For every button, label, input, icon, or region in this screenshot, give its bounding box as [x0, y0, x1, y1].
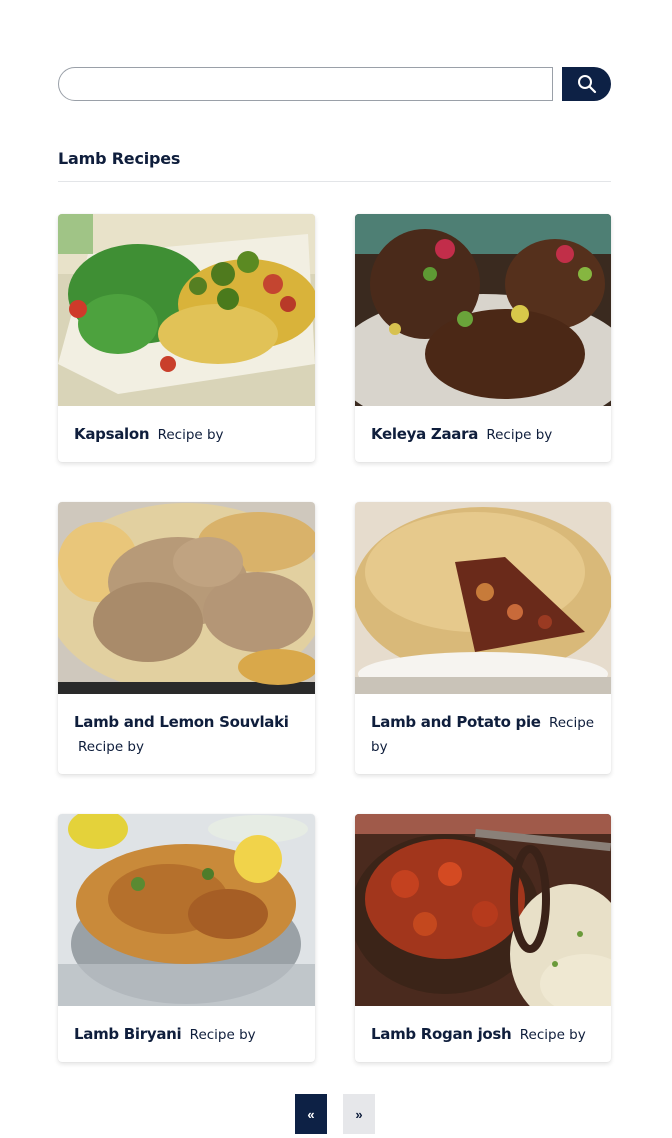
- recipe-card[interactable]: Lamb and Lemon Souvlaki Recipe by: [58, 502, 315, 774]
- recipe-info: Lamb Rogan josh Recipe by: [355, 1006, 611, 1047]
- recipe-info: Kapsalon Recipe by: [58, 406, 315, 447]
- recipe-card[interactable]: Keleya Zaara Recipe by: [355, 214, 611, 462]
- section-title: Lamb Recipes: [58, 149, 181, 168]
- recipe-title[interactable]: Lamb Rogan josh: [371, 1025, 512, 1043]
- search-icon: [577, 75, 596, 94]
- recipe-author: Recipe by: [78, 739, 144, 755]
- recipe-image[interactable]: [58, 502, 315, 694]
- recipe-card[interactable]: Kapsalon Recipe by: [58, 214, 315, 462]
- recipe-title[interactable]: Lamb Biryani: [74, 1025, 182, 1043]
- recipe-title[interactable]: Kapsalon: [74, 425, 150, 443]
- section-divider: [58, 181, 611, 182]
- recipe-card[interactable]: Lamb and Potato pie Recipe by: [355, 502, 611, 774]
- search-bar: [58, 67, 611, 101]
- recipe-image[interactable]: [355, 214, 611, 406]
- previous-page-button[interactable]: «: [295, 1094, 327, 1134]
- recipe-author: Recipe by: [189, 1027, 256, 1043]
- recipe-image[interactable]: [355, 502, 611, 694]
- recipe-title[interactable]: Keleya Zaara: [371, 425, 478, 443]
- recipe-image[interactable]: [355, 814, 611, 1006]
- recipe-title[interactable]: Lamb and Lemon Souvlaki: [74, 713, 289, 731]
- recipe-title[interactable]: Lamb and Potato pie: [371, 713, 541, 731]
- search-input[interactable]: [58, 67, 553, 101]
- pagination: « »: [0, 1094, 672, 1134]
- next-page-button[interactable]: »: [343, 1094, 375, 1134]
- search-button[interactable]: [562, 67, 611, 101]
- recipe-info: Keleya Zaara Recipe by: [355, 406, 611, 447]
- recipe-image[interactable]: [58, 814, 315, 1006]
- recipe-info: Lamb and Lemon Souvlaki Recipe by: [58, 694, 315, 759]
- recipe-info: Lamb and Potato pie Recipe by: [355, 694, 611, 759]
- recipe-author: Recipe by: [519, 1027, 586, 1043]
- recipe-author: Recipe by: [157, 427, 224, 443]
- recipe-image[interactable]: [58, 214, 315, 406]
- recipe-author: Recipe by: [486, 427, 553, 443]
- recipe-card[interactable]: Lamb Biryani Recipe by: [58, 814, 315, 1062]
- recipe-card[interactable]: Lamb Rogan josh Recipe by: [355, 814, 611, 1062]
- recipe-info: Lamb Biryani Recipe by: [58, 1006, 315, 1047]
